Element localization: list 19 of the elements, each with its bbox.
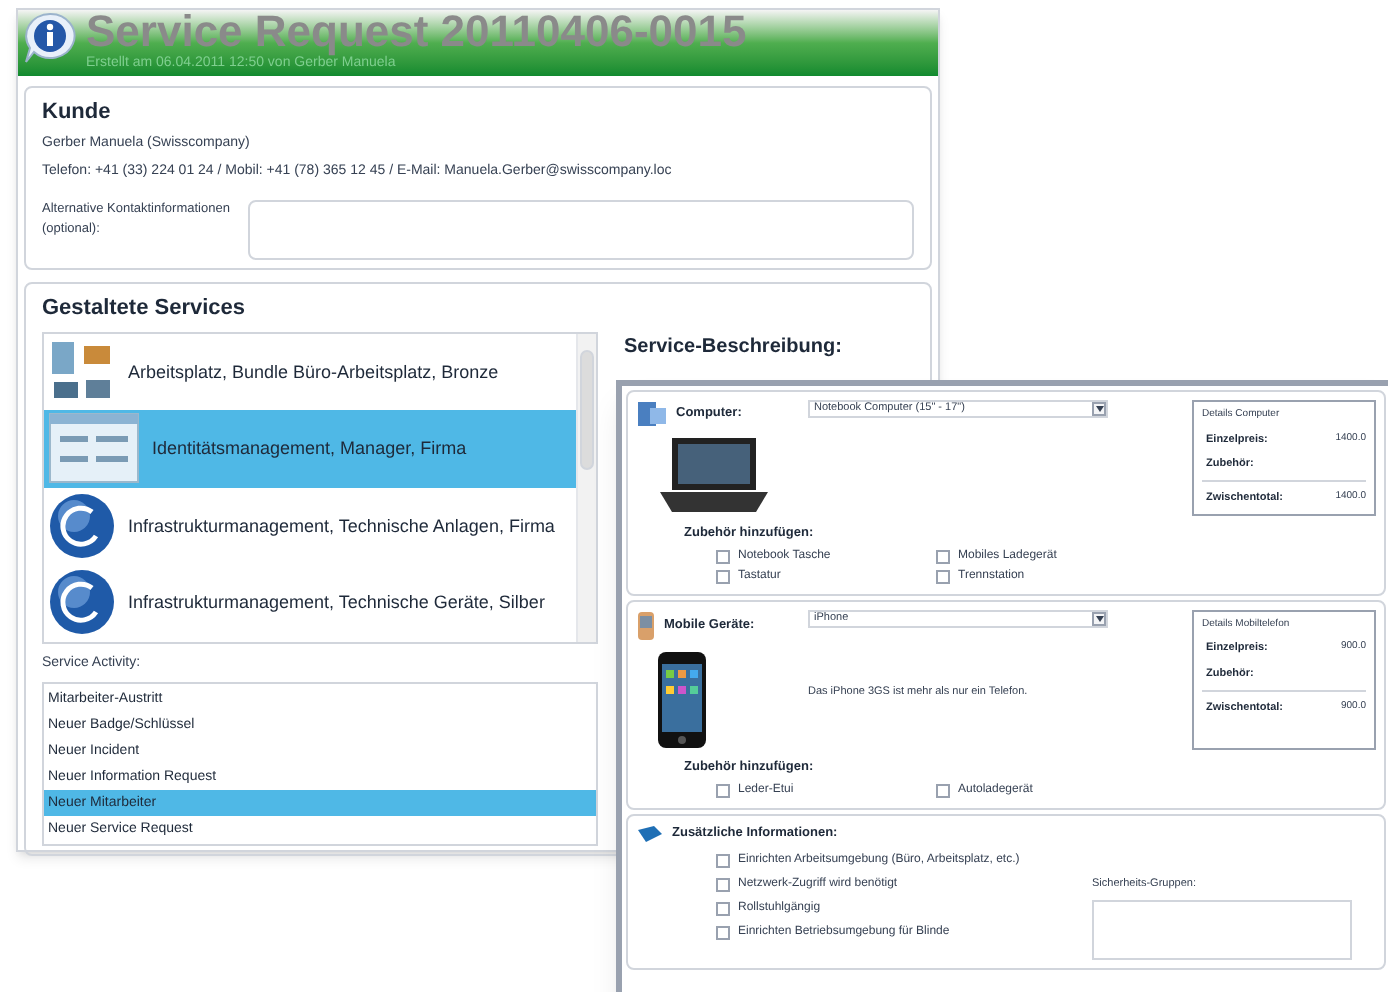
phone-icon bbox=[636, 609, 656, 642]
alternative-contact-field[interactable] bbox=[248, 200, 914, 260]
scrollbar[interactable] bbox=[576, 333, 596, 641]
section-heading: Kunde bbox=[42, 97, 113, 127]
description-label: Service-Beschreibung: bbox=[624, 334, 842, 362]
phone-drawing bbox=[656, 649, 708, 750]
window-title: Service Request 20110406-0015 bbox=[86, 10, 749, 54]
globe-icon bbox=[48, 491, 116, 560]
book-icon bbox=[636, 823, 664, 843]
form-window-icon bbox=[48, 412, 140, 485]
service-item[interactable]: Identitätsmanagement, Manager, Firma bbox=[44, 410, 576, 487]
security-groups-list[interactable] bbox=[1092, 899, 1352, 960]
globe-icon bbox=[48, 568, 116, 637]
service-item[interactable]: Infrastrukturmanagement, Technische Anlagen, Firma bbox=[44, 487, 576, 564]
computer-icon bbox=[636, 400, 668, 428]
dropdown-icon bbox=[1092, 611, 1106, 626]
laptop-drawing bbox=[656, 436, 772, 516]
section-heading: Gestaltete Services bbox=[42, 294, 248, 324]
dropdown-icon bbox=[1092, 402, 1106, 416]
